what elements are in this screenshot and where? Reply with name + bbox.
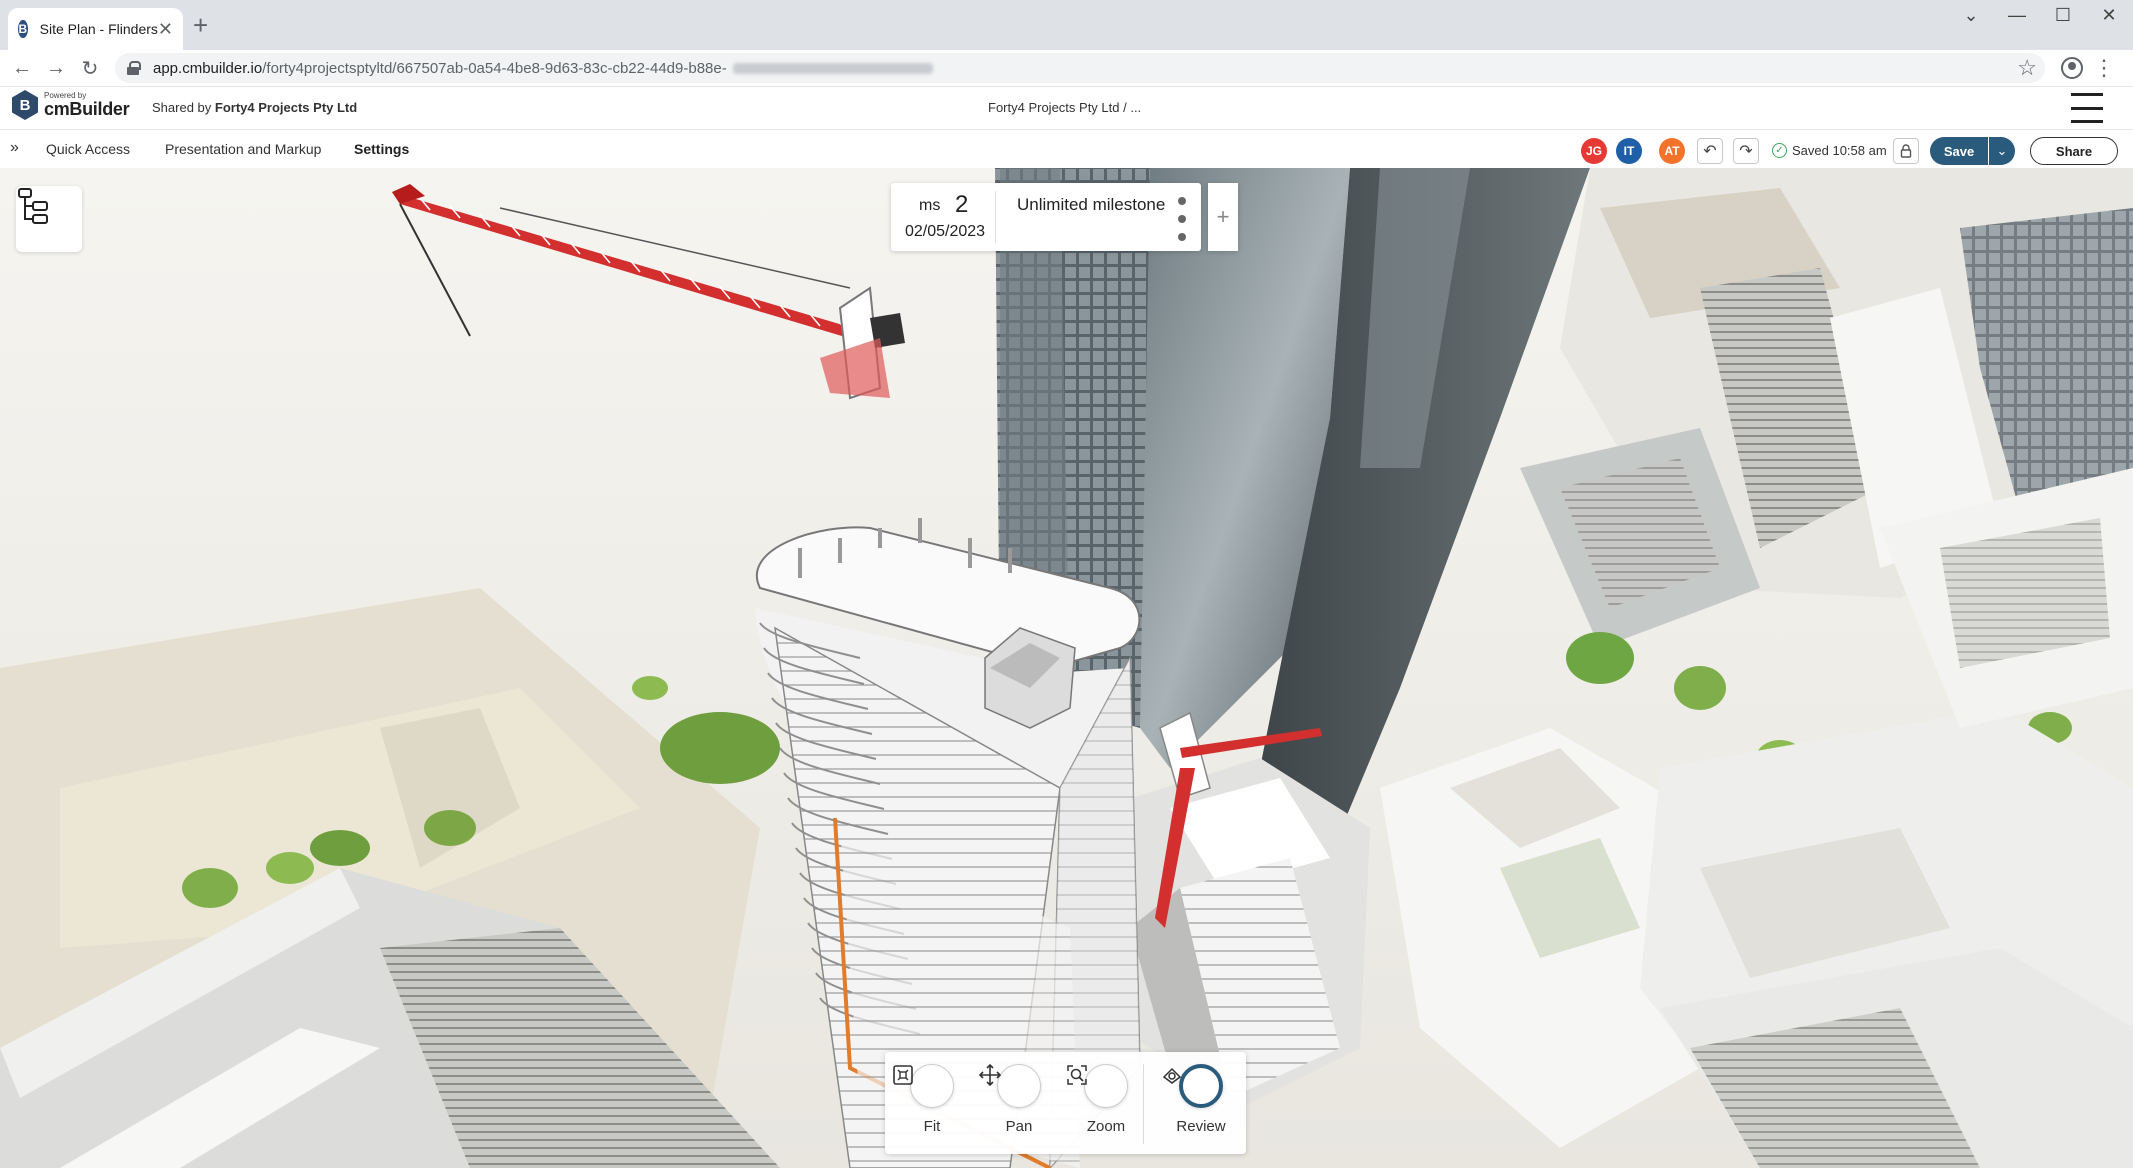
maximize-icon[interactable]: ☐ bbox=[2040, 0, 2086, 30]
profile-icon[interactable] bbox=[2061, 57, 2083, 79]
redacted-url-segment bbox=[732, 62, 933, 74]
add-milestone-button[interactable]: + bbox=[1208, 183, 1238, 251]
browser-tab-strip: B Site Plan - Flinders ✕ + ⌄ — ☐ ✕ bbox=[0, 0, 2133, 50]
zoom-button[interactable]: Zoom bbox=[1066, 1064, 1146, 1135]
milestone-number: 2 bbox=[955, 191, 969, 218]
brand-name: cmBuilder bbox=[44, 99, 130, 119]
fit-icon bbox=[893, 1064, 954, 1108]
review-button[interactable]: Review bbox=[1161, 1064, 1241, 1135]
bookmark-star-icon[interactable]: ☆ bbox=[2017, 50, 2037, 86]
review-icon bbox=[1162, 1064, 1223, 1108]
shared-by-label: Shared by bbox=[152, 100, 212, 115]
shared-by: Shared by Forty4 Projects Pty Ltd bbox=[152, 100, 357, 115]
menu-settings[interactable]: Settings bbox=[354, 141, 409, 157]
milestone-name: Unlimited milestone bbox=[1017, 195, 1166, 214]
lock-toggle-icon[interactable] bbox=[1893, 138, 1919, 164]
saved-check-icon: ✓ bbox=[1772, 143, 1787, 158]
menu-quick-access[interactable]: Quick Access bbox=[46, 141, 130, 157]
app-toolbar: » Quick Access Presentation and Markup S… bbox=[0, 130, 2133, 168]
back-icon[interactable]: ← bbox=[8, 54, 36, 82]
new-tab-icon[interactable]: + bbox=[193, 12, 208, 38]
close-tab-icon[interactable]: ✕ bbox=[158, 19, 173, 40]
cmbuilder-logo-icon: B bbox=[12, 90, 38, 120]
milestone-label: ms bbox=[919, 197, 941, 214]
lock-icon bbox=[127, 61, 141, 75]
menu-presentation-and-markup[interactable]: Presentation and Markup bbox=[165, 141, 321, 157]
save-button[interactable]: Save bbox=[1930, 137, 1988, 165]
pan-button[interactable]: Pan bbox=[979, 1064, 1059, 1135]
pan-label: Pan bbox=[1005, 1118, 1033, 1135]
milestone-date: 02/05/2023 bbox=[905, 223, 986, 240]
model-tree-icon[interactable] bbox=[16, 186, 82, 252]
minimize-icon[interactable]: — bbox=[1994, 0, 2040, 30]
project-breadcrumb[interactable]: Forty4 Projects Pty Ltd / ... bbox=[988, 100, 1141, 115]
browser-tab[interactable]: B Site Plan - Flinders ✕ bbox=[8, 8, 183, 50]
browser-menu-icon[interactable]: ⋮ bbox=[2093, 50, 2115, 86]
avatar-at[interactable]: AT bbox=[1659, 138, 1685, 164]
tab-search-icon[interactable]: ⌄ bbox=[1948, 0, 1994, 30]
milestone-selector[interactable]: ms 2 02/05/2023 Unlimited milestone bbox=[891, 183, 1201, 251]
share-button[interactable]: Share bbox=[2030, 137, 2118, 165]
url-domain: app.cmbuilder.io bbox=[153, 59, 263, 77]
browser-toolbar: ← → ↻ app.cmbuilder.io/forty4projectspty… bbox=[0, 50, 2133, 86]
avatar-it[interactable]: IT bbox=[1616, 138, 1642, 164]
close-window-icon[interactable]: ✕ bbox=[2086, 0, 2132, 30]
save-status: ✓ Saved 10:58 am bbox=[1772, 143, 1887, 158]
save-options-chevron-icon[interactable]: ⌄ bbox=[1989, 137, 2015, 165]
3d-viewport[interactable]: ms 2 02/05/2023 Unlimited milestone + Fi… bbox=[0, 168, 2133, 1168]
reload-icon[interactable]: ↻ bbox=[76, 54, 104, 82]
address-bar[interactable]: app.cmbuilder.io/forty4projectsptyltd/66… bbox=[115, 53, 2045, 83]
undo-icon[interactable]: ↶ bbox=[1697, 138, 1723, 164]
expand-sidebar-icon[interactable]: » bbox=[10, 139, 19, 157]
shared-by-name: Forty4 Projects Pty Ltd bbox=[214, 100, 358, 115]
pan-icon bbox=[979, 1064, 1041, 1108]
milestone-options-icon[interactable] bbox=[1177, 197, 1187, 241]
tab-title: Site Plan - Flinders bbox=[39, 21, 158, 37]
zoom-label: Zoom bbox=[1086, 1118, 1126, 1135]
cmbuilder-logo[interactable]: B Powered by cmBuilder bbox=[12, 90, 130, 120]
avatar-jg[interactable]: JG bbox=[1581, 138, 1607, 164]
url-path: /forty4projectsptyltd/667507ab-0a54-4be8… bbox=[262, 59, 727, 77]
zoom-icon bbox=[1067, 1064, 1128, 1108]
city-scene bbox=[0, 168, 2133, 1168]
milestone-divider bbox=[995, 191, 996, 243]
fit-button[interactable]: Fit bbox=[892, 1064, 972, 1135]
app-header: B Powered by cmBuilder Shared by Forty4 … bbox=[0, 86, 2133, 130]
navigation-dock: Fit Pan Zoom Review bbox=[885, 1052, 1246, 1154]
fit-label: Fit bbox=[923, 1118, 941, 1135]
dock-divider bbox=[1143, 1064, 1144, 1144]
review-label: Review bbox=[1176, 1118, 1226, 1135]
hamburger-menu-icon[interactable] bbox=[2071, 93, 2103, 123]
redo-icon[interactable]: ↷ bbox=[1733, 138, 1759, 164]
forward-icon[interactable]: → bbox=[42, 54, 70, 82]
saved-text: Saved 10:58 am bbox=[1792, 143, 1887, 158]
cmbuilder-favicon-icon: B bbox=[18, 20, 28, 38]
